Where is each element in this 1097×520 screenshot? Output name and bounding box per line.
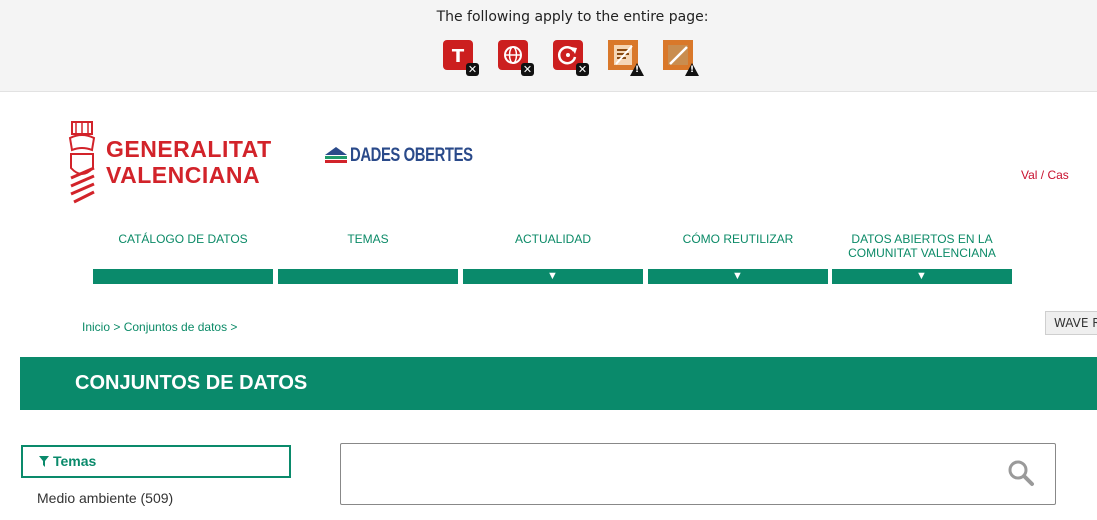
dades-obertes-text: DADES OBERTES bbox=[350, 145, 473, 166]
svg-text:T: T bbox=[452, 46, 465, 67]
nav-como-reutilizar[interactable]: CÓMO REUTILIZAR bbox=[648, 232, 828, 246]
wave-report-tab[interactable]: WAVE R bbox=[1045, 311, 1097, 335]
wave-summary-title: The following apply to the entire page: bbox=[436, 9, 709, 25]
search-box[interactable] bbox=[340, 443, 1056, 505]
page-title: CONJUNTOS DE DATOS bbox=[75, 372, 308, 394]
nav-dropdown-como-reutilizar[interactable]: ▼ bbox=[648, 269, 828, 284]
facet-header-content: Temas bbox=[39, 453, 96, 469]
filter-icon bbox=[39, 456, 49, 467]
nav-underline-catalogo[interactable] bbox=[93, 269, 273, 284]
error-badge-icon: ✕ bbox=[521, 63, 534, 76]
facet-item-medio-ambiente[interactable]: Medio ambiente (509) bbox=[37, 490, 173, 506]
search-icon[interactable] bbox=[1007, 459, 1035, 487]
warning-badge-icon bbox=[630, 63, 644, 76]
nav-datos-abiertos-cv[interactable]: DATOS ABIERTOS EN LA COMUNITAT VALENCIAN… bbox=[832, 232, 1012, 260]
error-badge-icon: ✕ bbox=[576, 63, 589, 76]
logo-line-1: GENERALITAT bbox=[106, 136, 272, 162]
nav-dropdown-datos-abiertos[interactable]: ▼ bbox=[832, 269, 1012, 284]
logo-text: GENERALITAT VALENCIANA bbox=[106, 136, 272, 188]
search-input[interactable] bbox=[341, 444, 995, 504]
facet-temas-header[interactable]: Temas bbox=[21, 445, 291, 478]
error-text-icon[interactable]: T ✕ bbox=[443, 40, 479, 76]
generalitat-valenciana-logo[interactable]: GENERALITAT VALENCIANA bbox=[66, 120, 271, 206]
language-switch[interactable]: Val / Cas bbox=[1021, 168, 1069, 182]
dropdown-arrow-icon: ▼ bbox=[732, 270, 743, 282]
alert-layout-icon[interactable] bbox=[663, 40, 699, 76]
warning-badge-icon bbox=[685, 63, 699, 76]
error-badge-icon: ✕ bbox=[466, 63, 479, 76]
nav-catalogo-de-datos[interactable]: CATÁLOGO DE DATOS bbox=[93, 232, 273, 246]
wave-summary-bar: The following apply to the entire page: … bbox=[0, 0, 1097, 92]
logo-line-2: VALENCIANA bbox=[106, 162, 261, 188]
alert-document-icon[interactable] bbox=[608, 40, 644, 76]
dropdown-arrow-icon: ▼ bbox=[547, 270, 558, 282]
dropdown-arrow-icon: ▼ bbox=[916, 270, 927, 282]
breadcrumb[interactable]: Inicio > Conjuntos de datos > bbox=[82, 320, 237, 334]
nav-underline-temas[interactable] bbox=[278, 269, 458, 284]
nav-actualidad[interactable]: ACTUALIDAD bbox=[463, 232, 643, 246]
nav-temas[interactable]: TEMAS bbox=[278, 232, 458, 246]
coat-of-arms-icon bbox=[68, 121, 96, 204]
page-banner: CONJUNTOS DE DATOS bbox=[20, 357, 1097, 410]
dades-obertes-icon bbox=[325, 147, 347, 163]
error-language-icon[interactable]: ✕ bbox=[498, 40, 534, 76]
error-refresh-icon[interactable]: ✕ bbox=[553, 40, 589, 76]
facet-label: Temas bbox=[53, 453, 97, 469]
nav-dropdown-actualidad[interactable]: ▼ bbox=[463, 269, 643, 284]
